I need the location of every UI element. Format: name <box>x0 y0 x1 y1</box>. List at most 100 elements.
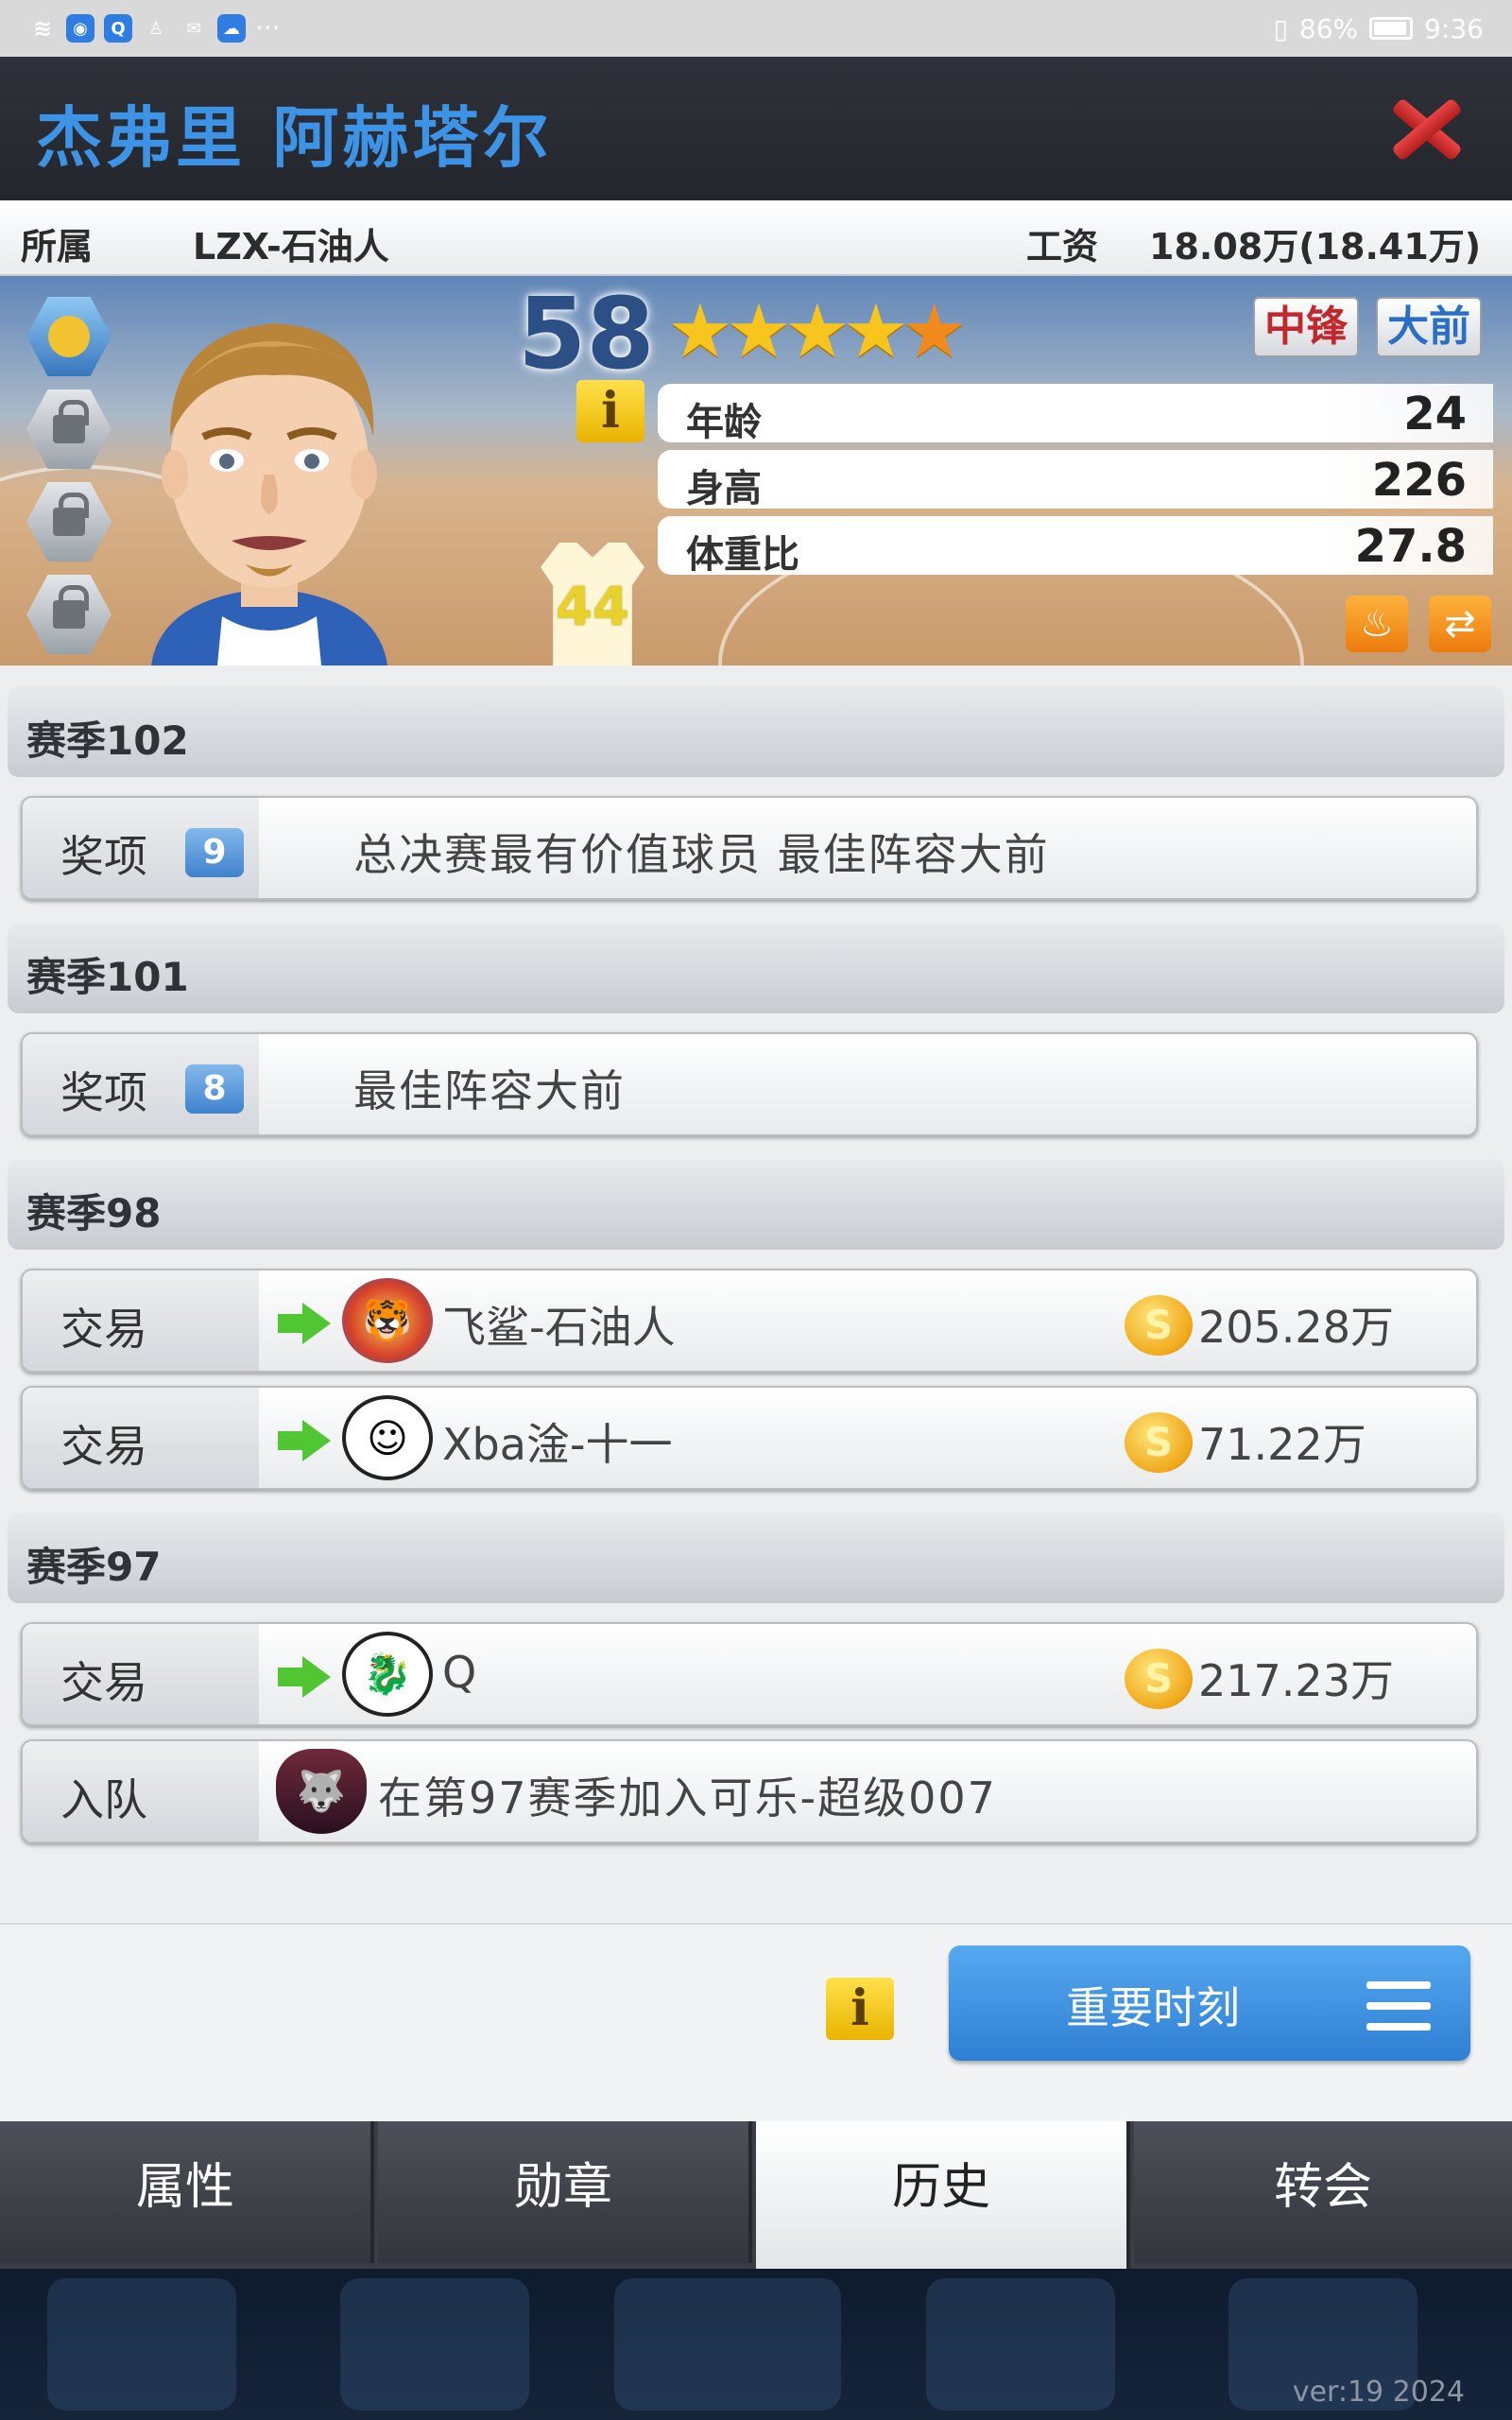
tab-transfer[interactable]: 转会 <box>1134 2121 1512 2263</box>
player-avatar <box>151 323 387 666</box>
menu-icon <box>1366 1981 1431 2031</box>
event-type-label: 交易 <box>60 1304 147 1355</box>
status-bar: ≋ ◉ Q ♙ ✉ ☁ ··· ▯ 86% 9:36 <box>0 0 1512 57</box>
skill-slot-locked[interactable] <box>26 389 112 469</box>
vibrate-icon: ▯ <box>1273 12 1288 44</box>
stat-row-age: 年龄 24 <box>658 384 1493 444</box>
trade-price: 71.22万 <box>1198 1419 1366 1470</box>
dock-icon <box>340 2278 529 2411</box>
season-title: 赛季98 <box>26 1190 162 1236</box>
team-value: LZX-石油人 <box>193 226 389 268</box>
arrow-right-icon <box>278 1303 331 1344</box>
salary-value: 18.08万(18.41万) <box>1149 226 1482 268</box>
team-name: Xba淦-十一 <box>442 1419 673 1470</box>
stat-value: 226 <box>1371 454 1467 507</box>
tab-attributes[interactable]: 属性 <box>0 2121 374 2263</box>
event-type-label: 入队 <box>60 1774 147 1825</box>
star-icon: ★ <box>667 289 733 374</box>
season-title: 赛季101 <box>26 954 189 1000</box>
clock: 9:36 <box>1424 12 1484 44</box>
event-type: 入队 <box>23 1741 259 1841</box>
event-type-label: 交易 <box>60 1421 147 1472</box>
event-row-trade: 交易 🐯 飞鲨-石油人 S 205.28万 <box>21 1269 1478 1373</box>
more-notifications: ··· <box>255 12 281 43</box>
tab-history[interactable]: 历史 <box>756 2121 1130 2269</box>
event-type-label: 奖项 <box>60 1067 147 1118</box>
key-moments-button[interactable]: 重要时刻 <box>949 1945 1470 2061</box>
event-type: 交易 <box>23 1388 259 1488</box>
event-type: 交易 <box>23 1624 259 1724</box>
dock-icon <box>926 2278 1115 2411</box>
skill-slot-active[interactable] <box>26 297 112 376</box>
award-count-badge: 9 <box>185 828 244 877</box>
stat-label: 身高 <box>686 467 762 510</box>
star-icon: ★ <box>783 289 850 374</box>
event-row-trade: 交易 🐉 Q S 217.23万 <box>21 1622 1478 1726</box>
fire-icon[interactable]: ♨ <box>1346 596 1408 652</box>
player-name: 杰弗里 阿赫塔尔 <box>36 99 553 177</box>
event-description: 在第97赛季加入可乐-超级007 <box>378 1772 997 1824</box>
dragon-logo: 🐉 <box>342 1632 433 1717</box>
overall-rating: 58 <box>518 276 655 391</box>
stat-label: 体重比 <box>686 533 799 577</box>
coin-icon: S <box>1125 1295 1193 1356</box>
position-badge-primary: 中锋 <box>1253 297 1359 357</box>
team-name: Q <box>442 1647 477 1698</box>
arrow-right-icon <box>278 1420 331 1461</box>
key-moments-label: 重要时刻 <box>1066 1982 1240 2033</box>
close-button[interactable] <box>1383 91 1467 166</box>
team-salary-strip: 所属 LZX-石油人 工资 18.08万(18.41万) <box>0 200 1512 276</box>
event-type: 交易 <box>23 1270 259 1371</box>
event-description: 最佳阵容大前 <box>353 1065 626 1116</box>
season-header: 赛季102 <box>8 686 1504 777</box>
coin-icon: S <box>1125 1649 1193 1709</box>
action-bar: i 重要时刻 <box>0 1923 1512 2121</box>
stat-label: 年龄 <box>686 401 762 444</box>
browser-icon: ◉ <box>66 14 94 43</box>
swap-icon[interactable]: ⇄ <box>1429 596 1491 652</box>
star-icon: ★ <box>842 289 909 374</box>
position-badge-secondary: 大前 <box>1376 297 1482 357</box>
season-header: 赛季98 <box>8 1159 1504 1250</box>
tiger-shield-logo: 🐯 <box>342 1278 433 1363</box>
season-header: 赛季101 <box>8 923 1504 1013</box>
stat-value: 27.8 <box>1354 520 1467 573</box>
event-row-trade: 交易 ☺ Xba淦-十一 S 71.22万 <box>21 1386 1478 1490</box>
half-star-icon: ★ <box>901 289 968 374</box>
wifi-icon: ≋ <box>32 15 53 42</box>
version-label: ver:19 2024 <box>1292 2376 1465 2409</box>
coin-icon: S <box>1125 1412 1193 1473</box>
team-name: 飞鲨-石油人 <box>442 1302 676 1353</box>
wolf-shield-logo: 🐺 <box>276 1749 367 1834</box>
season-header: 赛季97 <box>8 1512 1504 1603</box>
background-dock: ver:19 2024 <box>0 2269 1512 2420</box>
title-bar: 杰弗里 阿赫塔尔 <box>0 57 1512 200</box>
message-icon: ✉ <box>186 18 201 39</box>
award-count-badge: 8 <box>185 1064 244 1114</box>
season-title: 赛季102 <box>26 717 189 764</box>
star-rating: ★★★★★ <box>667 289 968 374</box>
event-description: 总决赛最有价值球员 最佳阵容大前 <box>353 829 1050 880</box>
tab-medals[interactable]: 勋章 <box>378 2121 752 2263</box>
event-row-award: 奖项 8 最佳阵容大前 <box>21 1032 1478 1136</box>
trade-price: 217.23万 <box>1198 1655 1394 1706</box>
stat-value: 24 <box>1403 388 1467 441</box>
dock-icon <box>614 2278 841 2411</box>
event-row-join: 入队 🐺 在第97赛季加入可乐-超级007 <box>21 1739 1478 1843</box>
season-title: 赛季97 <box>26 1544 162 1590</box>
trade-price: 205.28万 <box>1198 1302 1394 1353</box>
event-row-award: 奖项 9 总决赛最有价值球员 最佳阵容大前 <box>21 796 1478 900</box>
info-button[interactable]: i <box>576 380 644 442</box>
battery-percent: 86% <box>1298 12 1359 44</box>
event-type-label: 交易 <box>60 1657 147 1708</box>
pumpkin-logo: ☺ <box>342 1395 433 1480</box>
event-type-label: 奖项 <box>60 831 147 882</box>
arrow-right-icon <box>278 1656 331 1698</box>
team-label: 所属 <box>21 226 94 268</box>
info-button[interactable]: i <box>826 1978 894 2040</box>
star-icon: ★ <box>725 289 792 374</box>
cloud-icon: ☁ <box>217 14 246 43</box>
qq-icon: ♙ <box>147 18 164 39</box>
search-app-icon: Q <box>104 14 132 43</box>
history-list[interactable]: 赛季102 奖项 9 总决赛最有价值球员 最佳阵容大前 赛季101 奖项 8 最… <box>0 666 1512 1923</box>
